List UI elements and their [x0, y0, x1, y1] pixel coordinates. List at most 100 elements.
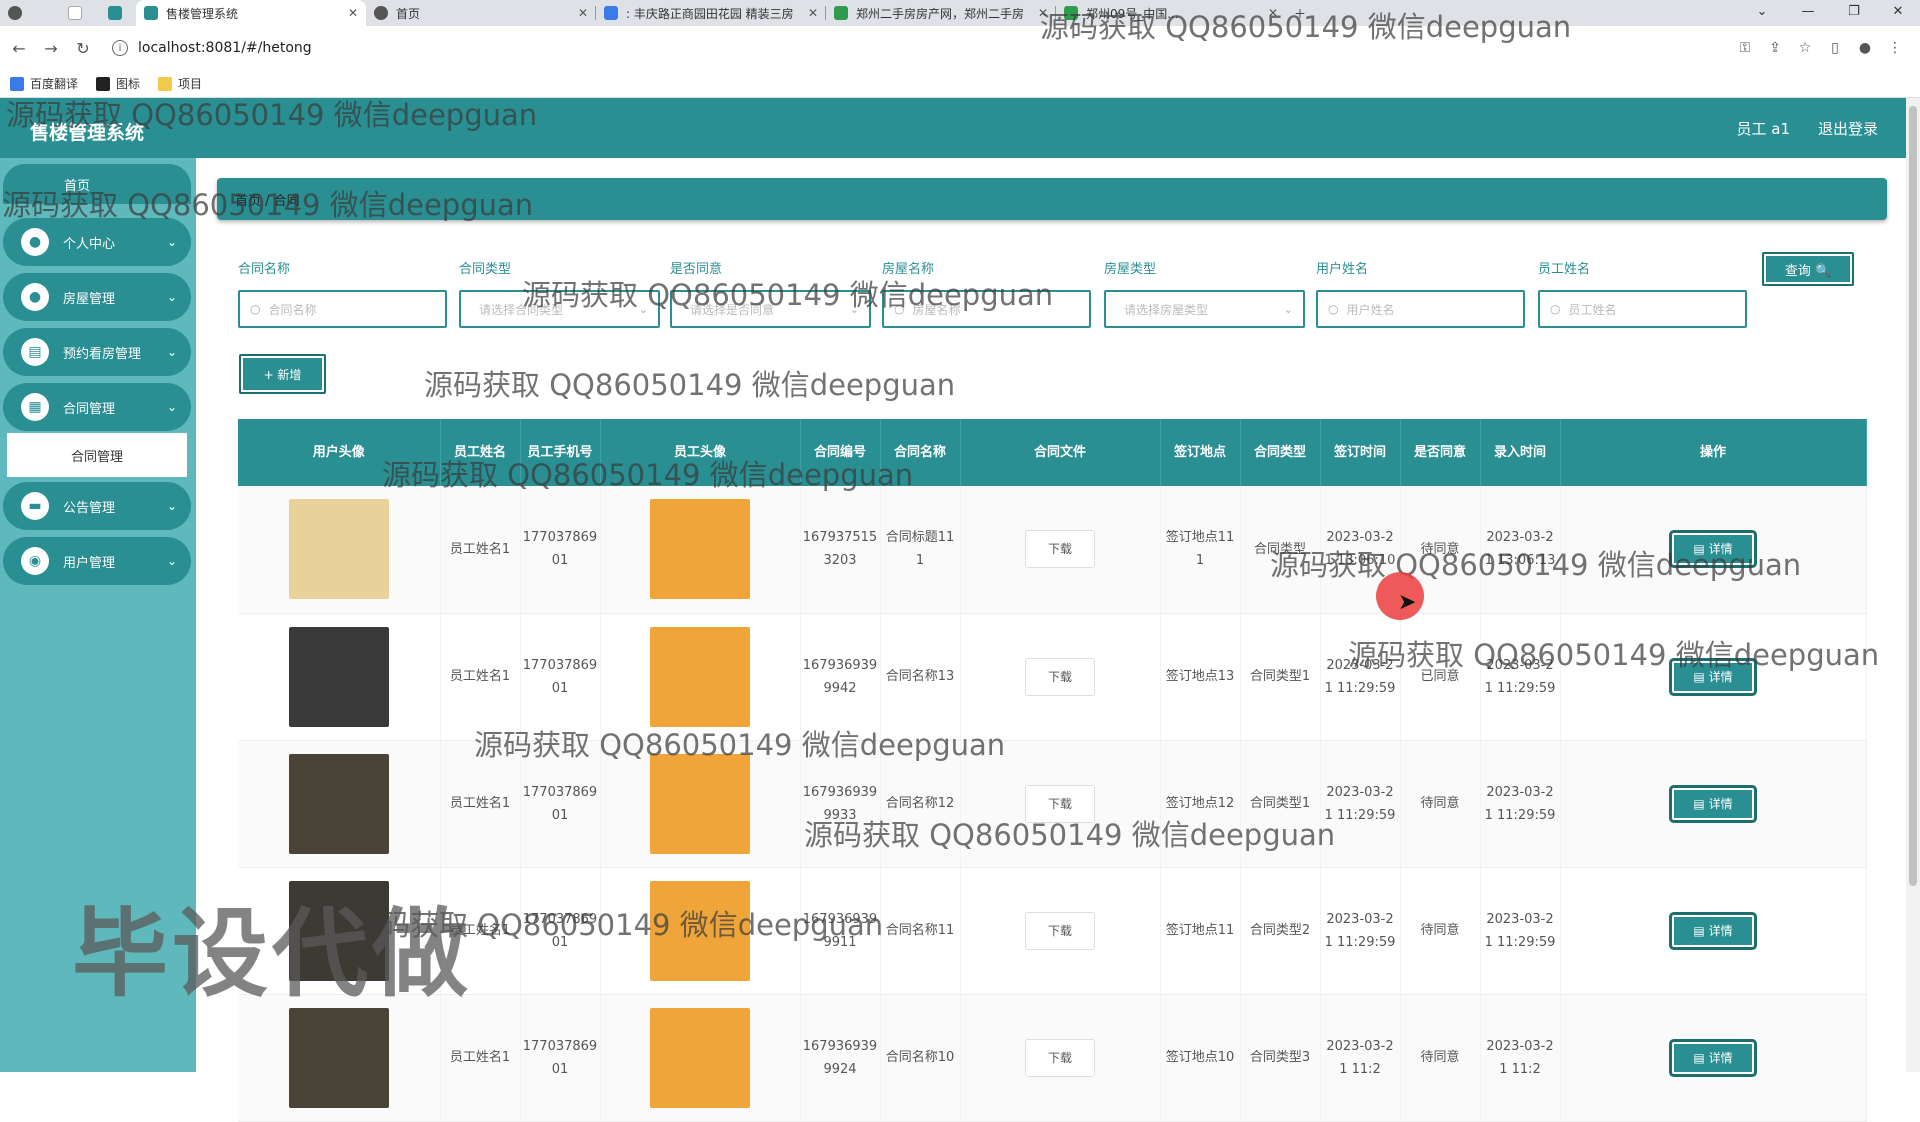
logout-link[interactable]: 退出登录	[1818, 118, 1878, 139]
new-tab-button[interactable]: ＋	[1286, 0, 1316, 26]
tab-search-icon[interactable]: ⌄	[1740, 0, 1784, 22]
sidebar-item-notice[interactable]: ▬ 公告管理 ⌄	[3, 482, 191, 530]
sidebar-subitem-contract[interactable]: 合同管理	[7, 433, 187, 477]
sidebar-item-house[interactable]: ● 房屋管理 ⌄	[3, 273, 191, 321]
add-button[interactable]: + 新增	[239, 354, 326, 394]
notice-icon: ▬	[21, 492, 49, 520]
back-icon[interactable]: ←	[6, 39, 32, 58]
menu-icon[interactable]: ⋮	[1880, 40, 1910, 56]
browser-tab-v[interactable]	[100, 0, 136, 26]
sidebar-item-home[interactable]: 首页	[3, 164, 191, 204]
download-button[interactable]: 下载	[1025, 911, 1095, 950]
sidebar-item-label: 公告管理	[63, 500, 116, 516]
minimize-icon[interactable]: —	[1786, 0, 1830, 22]
sidebar-item-personal[interactable]: ● 个人中心 ⌄	[3, 218, 191, 266]
url-field[interactable]: i localhost:8081/#/hetong	[112, 33, 1730, 63]
user-icon: ●	[21, 283, 49, 311]
cell-contract_name: 合同名称10	[880, 994, 961, 1122]
user-name-input[interactable]: ○ 用户姓名	[1316, 290, 1525, 328]
forward-icon[interactable]: →	[38, 39, 64, 58]
cell-agree: 待同意	[1400, 994, 1481, 1122]
download-button[interactable]: 下载	[1025, 530, 1095, 569]
cell-type: 合同类型	[1240, 486, 1321, 614]
detail-button[interactable]: ▤ 详情	[1672, 787, 1754, 820]
scrollbar-thumb[interactable]	[1909, 106, 1917, 886]
cell-sign_time: 2023-03-21 11:29:59	[1320, 867, 1401, 995]
contract-file-cell: 下载	[960, 486, 1161, 614]
sidebar-item-booking[interactable]: ▤ 预约看房管理 ⌄	[3, 328, 191, 376]
share-icon[interactable]: ⇪	[1760, 40, 1790, 56]
download-button[interactable]: 下载	[1025, 1038, 1095, 1077]
cell-entry_time: 2023-03-21 11:29:59	[1480, 867, 1561, 995]
bookmark-2[interactable]: 项目	[158, 75, 202, 92]
sidebar-item-label: 预约看房管理	[63, 346, 142, 362]
table-row: 员工姓名1 17703786901 1679375153203 合同标题111 下载 签订…	[238, 486, 1867, 614]
employee-avatar	[650, 1007, 750, 1108]
vue-icon	[108, 6, 122, 20]
restore-icon[interactable]: ❐	[1832, 0, 1876, 22]
browser-tab-blank[interactable]	[60, 0, 100, 26]
detail-button[interactable]: ▤ 详情	[1672, 914, 1754, 947]
chevron-down-icon: ⌄	[166, 499, 177, 513]
cell-emp_name: 员工姓名1	[440, 867, 521, 995]
placeholder: 合同名称	[268, 302, 317, 317]
bookmark-0[interactable]: 百度翻译	[10, 75, 78, 92]
agree-select[interactable]: 请选择是否同意 ⌄	[670, 290, 871, 328]
bookmark-label: 图标	[116, 77, 141, 91]
sidebar-item-users[interactable]: ◉ 用户管理 ⌄	[3, 537, 191, 585]
employee-avatar-cell	[600, 740, 801, 868]
close-icon[interactable]: ✕	[578, 6, 588, 20]
close-icon[interactable]: ✕	[348, 6, 358, 20]
detail-button[interactable]: ▤ 详情	[1672, 1041, 1754, 1074]
key-icon[interactable]: ⚿	[1730, 40, 1760, 56]
browser-tab-3[interactable]: : 丰庆路正商园田花园 精装三房 ✕	[596, 0, 826, 26]
contract-type-select[interactable]: 请选择合同类型 ⌄	[459, 290, 660, 328]
tab-title: : 丰庆路正商园田花园 精装三房	[626, 6, 794, 21]
col-header: 是否同意	[1400, 419, 1481, 486]
reload-icon[interactable]: ↻	[70, 39, 96, 58]
cell-emp_name: 员工姓名1	[440, 486, 521, 614]
cell-emp_name: 员工姓名1	[440, 740, 521, 868]
browser-tab-0[interactable]	[0, 0, 60, 26]
user-avatar	[288, 499, 389, 600]
detail-button[interactable]: ▤ 详情	[1672, 660, 1754, 693]
profile-icon[interactable]: ●	[1850, 40, 1880, 56]
browser-tab-1[interactable]: 售楼管理系统 ✕	[136, 0, 366, 26]
employee-name-input[interactable]: ○ 员工姓名	[1538, 290, 1747, 328]
info-icon[interactable]: i	[112, 40, 128, 56]
download-button[interactable]: 下载	[1025, 657, 1095, 696]
search-icon: ○	[894, 302, 905, 316]
user-avatar-cell	[238, 613, 441, 741]
browser-tab-5[interactable]: 郑州09号_中国... ✕	[1056, 0, 1286, 26]
browser-tab-4[interactable]: 郑州二手房房产网，郑州二手房 ✕	[826, 0, 1056, 26]
detail-button[interactable]: ▤ 详情	[1672, 533, 1754, 566]
cell-phone: 17703786901	[520, 740, 601, 868]
cell-phone: 17703786901	[520, 613, 601, 741]
house-name-input[interactable]: ○ 房屋名称	[882, 290, 1091, 328]
filter-label-user-name: 用户姓名	[1316, 262, 1369, 277]
bookmark-1[interactable]: 图标	[96, 75, 140, 92]
sidepanel-icon[interactable]: ▯	[1820, 40, 1850, 56]
contract-name-input[interactable]: ○ 合同名称	[238, 290, 447, 328]
browser-tab-2[interactable]: 首页 ✕	[366, 0, 596, 26]
cell-agree: 待同意	[1400, 740, 1481, 868]
col-header: 合同编号	[800, 419, 881, 486]
app-title: 售楼管理系统	[30, 122, 145, 144]
sidebar-item-contract[interactable]: ▦ 合同管理 ⌄	[3, 383, 191, 431]
star-icon[interactable]: ☆	[1790, 40, 1820, 56]
grid-icon: ▦	[21, 393, 49, 421]
user-avatar-cell	[238, 867, 441, 995]
house-type-select[interactable]: 请选择房屋类型 ⌄	[1104, 290, 1305, 328]
calendar-icon: ▤	[21, 338, 49, 366]
query-button[interactable]: 查询 🔍	[1762, 252, 1854, 286]
close-icon[interactable]: ✕	[808, 6, 818, 20]
close-icon[interactable]: ✕	[1038, 6, 1048, 20]
cell-entry_time: 2023-03-21 11:2	[1480, 994, 1561, 1122]
download-button[interactable]: 下载	[1025, 784, 1095, 823]
browser-tabbar: 售楼管理系统 ✕ 首页 ✕ : 丰庆路正商园田花园 精装三房 ✕ 郑州二手房房产…	[0, 0, 1920, 26]
window-close-icon[interactable]: ✕	[1876, 0, 1920, 22]
cell-sign_time: 2023-03-21 11:29:59	[1320, 740, 1401, 868]
close-icon[interactable]: ✕	[1268, 6, 1278, 20]
employee-avatar	[650, 753, 750, 854]
page-scrollbar[interactable]	[1906, 98, 1920, 1072]
